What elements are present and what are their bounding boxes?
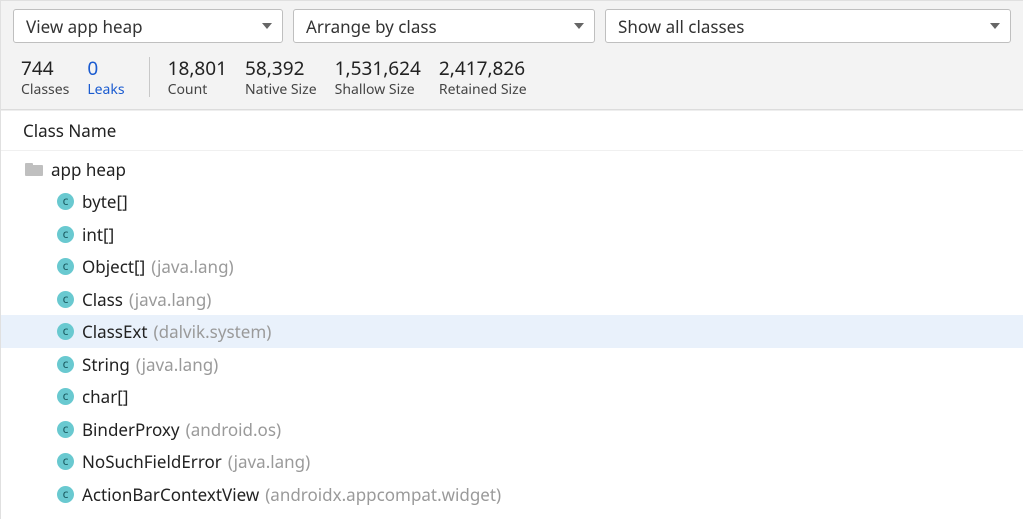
tree-row[interactable]: String (java.lang) xyxy=(1,348,1023,381)
stat-count-label: Count xyxy=(168,80,208,99)
stats-divider xyxy=(149,57,150,97)
tree-row[interactable]: NoSuchFieldError (java.lang) xyxy=(1,445,1023,478)
stat-count-value: 18,801 xyxy=(168,57,227,80)
stat-leaks-label: Leaks xyxy=(87,80,124,99)
tree-root-label: app heap xyxy=(51,158,126,181)
stat-classes-value: 744 xyxy=(21,57,54,80)
heap-select[interactable]: View app heap xyxy=(13,9,283,43)
stat-classes-label: Classes xyxy=(21,80,69,99)
tree-row[interactable]: char[] xyxy=(1,380,1023,413)
chevron-down-icon xyxy=(990,23,1000,29)
class-icon xyxy=(57,258,74,275)
class-package: (java.lang) xyxy=(151,255,233,278)
class-name: int[] xyxy=(82,223,114,246)
class-package: (android.os) xyxy=(186,418,282,441)
stat-classes: 744 Classes xyxy=(21,57,87,99)
class-name: char[] xyxy=(82,385,128,408)
chevron-down-icon xyxy=(262,23,272,29)
class-tree: app heap byte[]int[]Object[](java.lang)C… xyxy=(1,151,1023,511)
class-name: ActionBarContextView xyxy=(82,483,259,506)
filter-toolbar: View app heap Arrange by class Show all … xyxy=(1,1,1023,51)
stats-bar: 744 Classes 0 Leaks 18,801 Count 58,392 … xyxy=(1,51,1023,110)
class-filter-select[interactable]: Show all classes xyxy=(605,9,1011,43)
class-name: Class xyxy=(82,288,123,311)
tree-root-row[interactable]: app heap xyxy=(1,153,1023,186)
chevron-down-icon xyxy=(574,23,584,29)
tree-row[interactable]: Class (java.lang) xyxy=(1,283,1023,316)
column-header-class-name[interactable]: Class Name xyxy=(1,110,1023,151)
tree-row[interactable]: BinderProxy (android.os) xyxy=(1,413,1023,446)
class-icon xyxy=(57,226,74,243)
class-name: String xyxy=(82,353,130,376)
class-icon xyxy=(57,356,74,373)
class-name: byte[] xyxy=(82,190,128,213)
class-icon xyxy=(57,291,74,308)
stat-retained-size: 2,417,826 Retained Size xyxy=(439,57,545,99)
stat-retained-label: Retained Size xyxy=(439,80,527,99)
class-package: (java.lang) xyxy=(136,353,218,376)
stat-native-label: Native Size xyxy=(245,80,317,99)
tree-row[interactable]: ActionBarContextView (androidx.appcompat.… xyxy=(1,478,1023,511)
class-name: ClassExt xyxy=(82,320,148,343)
stat-count: 18,801 Count xyxy=(168,57,245,99)
stat-native-size: 58,392 Native Size xyxy=(245,57,335,99)
stat-leaks[interactable]: 0 Leaks xyxy=(87,57,142,99)
tree-row[interactable]: Object[] (java.lang) xyxy=(1,250,1023,283)
class-package: (androidx.appcompat.widget) xyxy=(265,483,501,506)
class-icon xyxy=(57,323,74,340)
arrange-select[interactable]: Arrange by class xyxy=(293,9,595,43)
class-package: (java.lang) xyxy=(129,288,211,311)
tree-row[interactable]: int[] xyxy=(1,218,1023,251)
class-icon xyxy=(57,193,74,210)
folder-icon xyxy=(25,163,43,176)
stat-retained-value: 2,417,826 xyxy=(439,57,525,80)
class-package: (java.lang) xyxy=(228,450,310,473)
heap-select-value: View app heap xyxy=(26,15,143,38)
stat-shallow-size: 1,531,624 Shallow Size xyxy=(335,57,439,99)
tree-row[interactable]: byte[] xyxy=(1,185,1023,218)
class-icon xyxy=(57,388,74,405)
class-package: (dalvik.system) xyxy=(154,320,272,343)
stat-leaks-value: 0 xyxy=(87,57,98,80)
class-name: NoSuchFieldError xyxy=(82,450,222,473)
class-name: Object[] xyxy=(82,255,145,278)
arrange-select-value: Arrange by class xyxy=(306,15,437,38)
class-filter-value: Show all classes xyxy=(618,15,744,38)
stat-shallow-label: Shallow Size xyxy=(335,80,415,99)
class-icon xyxy=(57,453,74,470)
class-icon xyxy=(57,486,74,503)
tree-row[interactable]: ClassExt (dalvik.system) xyxy=(1,315,1023,348)
class-name: BinderProxy xyxy=(82,418,180,441)
stat-shallow-value: 1,531,624 xyxy=(335,57,421,80)
class-icon xyxy=(57,421,74,438)
stat-native-value: 58,392 xyxy=(245,57,304,80)
